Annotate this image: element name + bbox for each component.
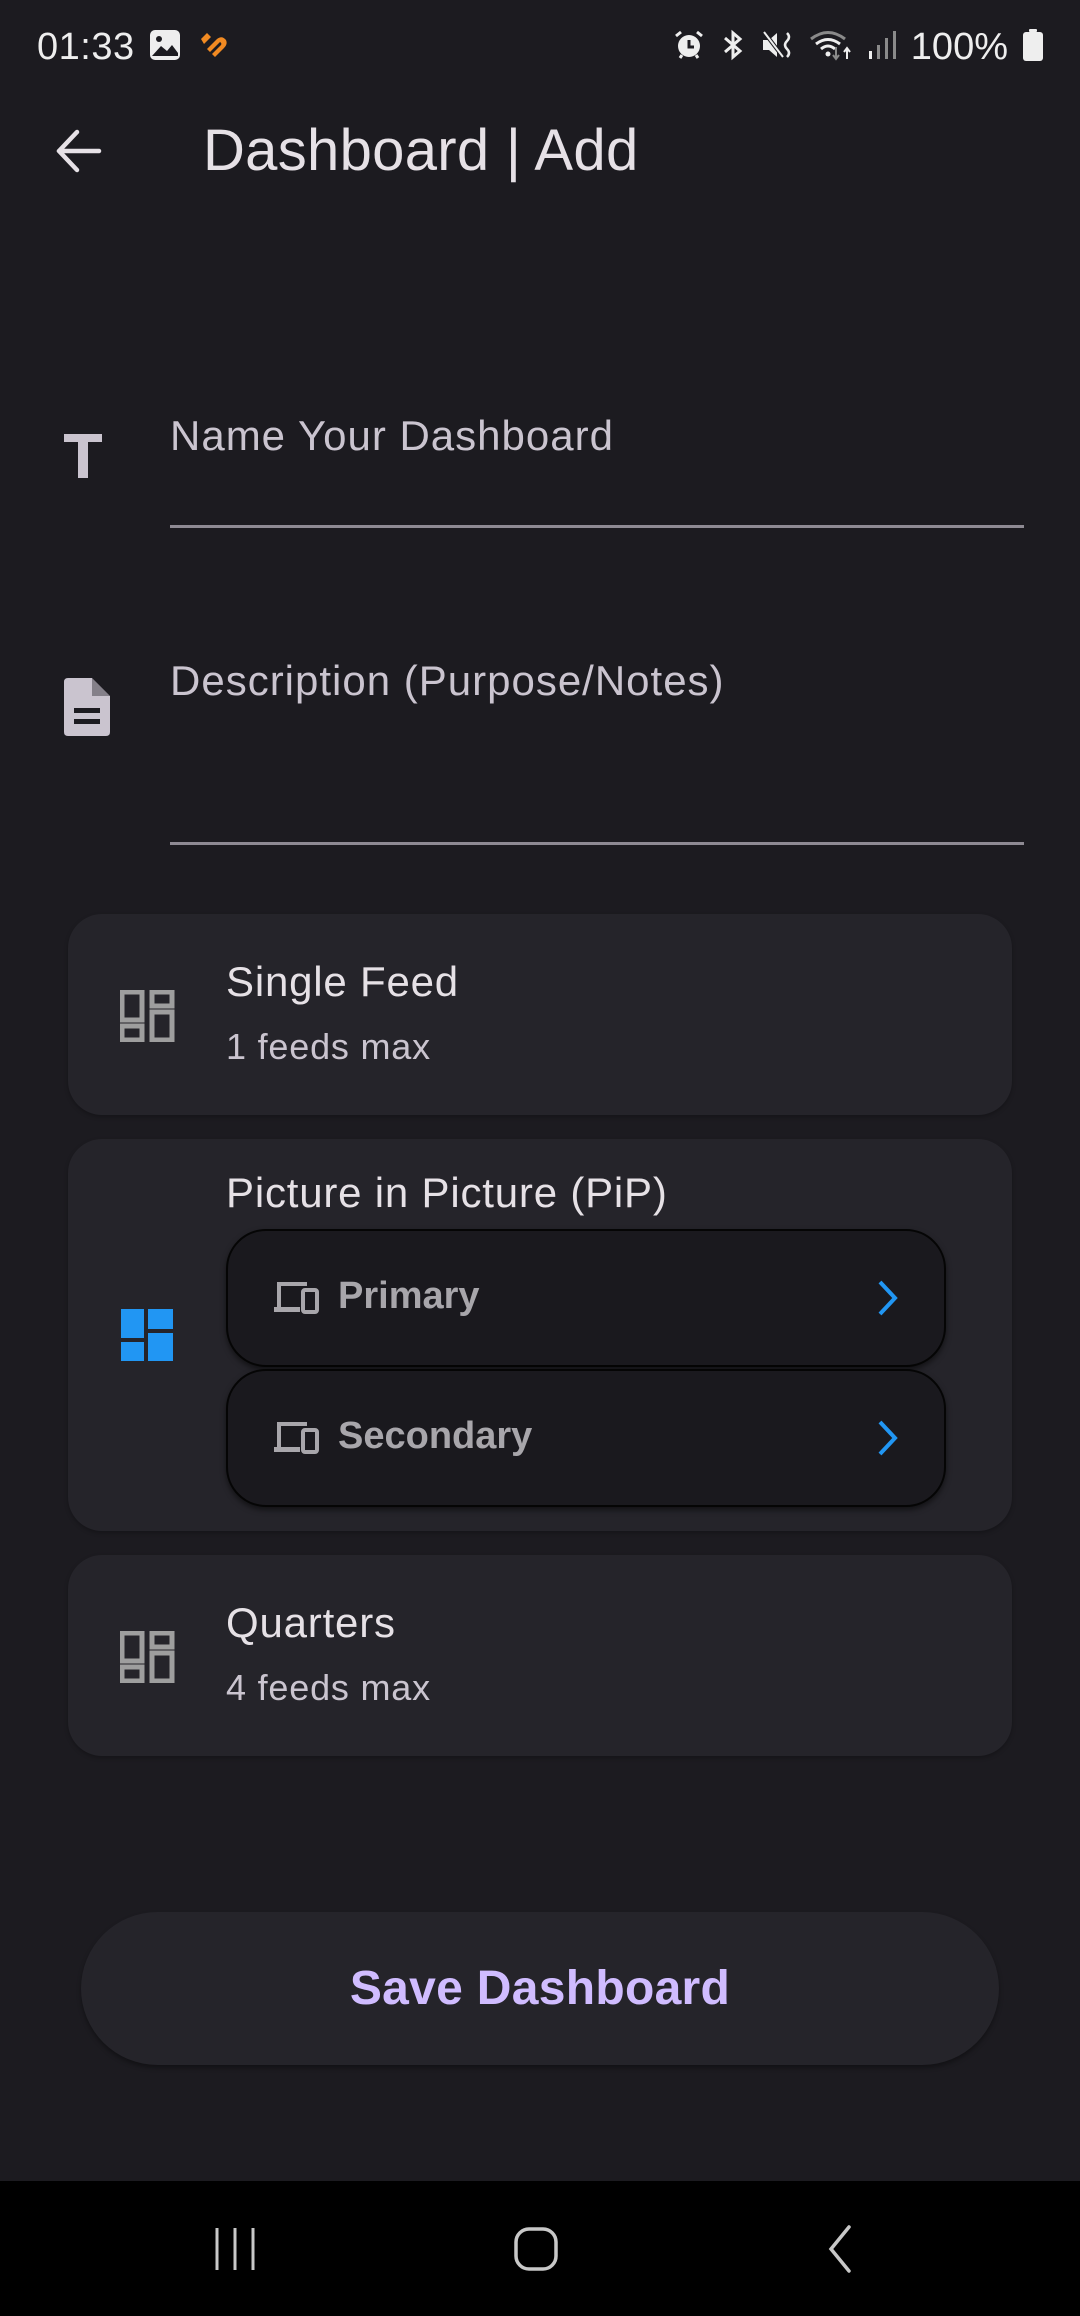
chevron-right-icon: [876, 1419, 900, 1462]
home-button[interactable]: [476, 2211, 596, 2291]
status-time: 01:33: [37, 25, 135, 68]
description-field: Description (Purpose/Notes): [0, 650, 1080, 850]
status-left: 01:33: [37, 22, 231, 72]
devices-icon: [274, 1421, 320, 1460]
vibrate-mute-icon: [761, 29, 795, 66]
back-icon: [825, 2224, 855, 2278]
battery-icon: [1022, 28, 1044, 66]
recent-apps-button[interactable]: [175, 2211, 295, 2291]
gallery-icon: [149, 29, 181, 66]
text-fields-icon: [62, 434, 104, 489]
arrow-back-icon: [53, 126, 103, 181]
bluetooth-icon: [719, 29, 747, 66]
dashboard-filled-icon: [120, 1309, 176, 1366]
description-input[interactable]: [170, 660, 1028, 834]
app-notification-icon: [195, 29, 231, 66]
layout-card-quarters[interactable]: Quarters 4 feeds max: [68, 1555, 1012, 1756]
layout-card-pip[interactable]: Picture in Picture (PiP) Primary Seconda…: [68, 1139, 1012, 1531]
layout-title: Quarters: [226, 1599, 396, 1646]
dashboard-outline-icon: [119, 1630, 176, 1688]
page-title: Dashboard | Add: [203, 118, 639, 183]
system-back-button[interactable]: [780, 2211, 900, 2291]
dashboard-name-underline: [170, 525, 1024, 528]
save-dashboard-label: Save Dashboard: [349, 1962, 731, 2015]
primary-feed-label: Primary: [338, 1275, 480, 1317]
description-underline: [170, 842, 1024, 845]
recent-apps-icon: [213, 2226, 257, 2277]
dashboard-name-input[interactable]: [170, 410, 1028, 472]
secondary-feed-label: Secondary: [338, 1415, 533, 1457]
back-button[interactable]: [40, 119, 116, 187]
home-icon: [513, 2226, 559, 2277]
dashboard-outline-icon: [119, 989, 176, 1047]
status-right: 100%: [673, 22, 1044, 72]
chevron-right-icon: [876, 1279, 900, 1322]
layout-card-single-feed[interactable]: Single Feed 1 feeds max: [68, 914, 1012, 1115]
wifi-icon: [809, 29, 853, 66]
alarm-icon: [673, 29, 705, 66]
signal-icon: [867, 29, 897, 66]
layout-subtitle: 1 feeds max: [226, 1026, 431, 1067]
system-nav-bar: [0, 2181, 1080, 2316]
dashboard-name-field: Name Your Dashboard: [0, 400, 1080, 540]
layout-title: Picture in Picture (PiP): [226, 1169, 668, 1216]
status-bar: 01:33 100%: [0, 0, 1080, 95]
app-bar: Dashboard | Add: [0, 95, 1080, 211]
save-dashboard-button[interactable]: Save Dashboard: [81, 1912, 999, 2065]
layout-subtitle: 4 feeds max: [226, 1667, 431, 1708]
devices-icon: [274, 1281, 320, 1320]
layout-title: Single Feed: [226, 958, 459, 1005]
description-icon: [62, 678, 112, 743]
secondary-feed-button[interactable]: Secondary: [226, 1369, 946, 1507]
battery-percent: 100%: [910, 25, 1008, 68]
primary-feed-button[interactable]: Primary: [226, 1229, 946, 1367]
